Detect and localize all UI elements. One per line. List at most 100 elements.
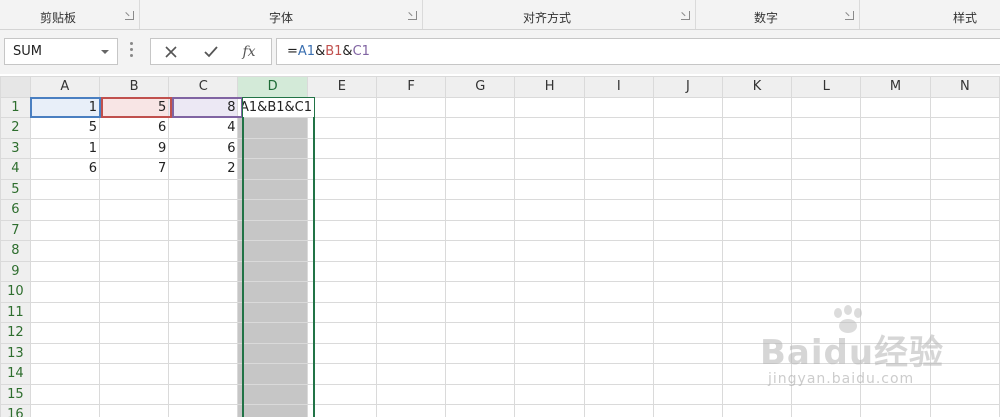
cell-b1[interactable]: 5 bbox=[98, 96, 170, 118]
cell-i10[interactable] bbox=[583, 281, 654, 303]
cell-l9[interactable] bbox=[791, 260, 862, 282]
row-header[interactable]: 8 bbox=[0, 240, 31, 262]
cell-l2[interactable] bbox=[791, 117, 862, 139]
cell-j2[interactable] bbox=[652, 117, 723, 139]
cell-k15[interactable] bbox=[721, 383, 793, 405]
cell-c1[interactable]: 8 bbox=[168, 96, 239, 118]
row-header[interactable]: 7 bbox=[0, 219, 31, 241]
row-header[interactable]: 11 bbox=[0, 301, 31, 323]
cell-h16[interactable] bbox=[514, 404, 585, 417]
cell-i7[interactable] bbox=[583, 219, 654, 241]
cell-f7[interactable] bbox=[375, 219, 447, 241]
name-box[interactable]: SUM bbox=[4, 38, 118, 65]
cell-c11[interactable] bbox=[168, 301, 239, 323]
cell-b5[interactable] bbox=[98, 178, 170, 200]
cell-k3[interactable] bbox=[721, 137, 793, 159]
cell-d10[interactable] bbox=[237, 281, 308, 303]
cell-n9[interactable] bbox=[929, 260, 1000, 282]
cell-d13[interactable] bbox=[237, 342, 308, 364]
cell-c16[interactable] bbox=[168, 404, 239, 417]
cell-h2[interactable] bbox=[514, 117, 585, 139]
cell-i9[interactable] bbox=[583, 260, 654, 282]
cell-e5[interactable] bbox=[306, 178, 377, 200]
cell-b15[interactable] bbox=[98, 383, 170, 405]
cell-g7[interactable] bbox=[445, 219, 516, 241]
cell-j9[interactable] bbox=[652, 260, 723, 282]
close-icon[interactable] bbox=[161, 43, 181, 61]
cell-f16[interactable] bbox=[375, 404, 447, 417]
cell-n16[interactable] bbox=[929, 404, 1000, 417]
row-header[interactable]: 4 bbox=[0, 158, 31, 180]
cell-k4[interactable] bbox=[721, 158, 793, 180]
cell-e14[interactable] bbox=[306, 363, 377, 385]
cell-d12[interactable] bbox=[237, 322, 308, 344]
cell-g15[interactable] bbox=[445, 383, 516, 405]
column-header-h[interactable]: H bbox=[514, 76, 585, 98]
cell-c12[interactable] bbox=[168, 322, 239, 344]
cell-f1[interactable] bbox=[375, 96, 447, 118]
cell-c6[interactable] bbox=[168, 199, 239, 221]
cell-k14[interactable] bbox=[721, 363, 793, 385]
cell-k12[interactable] bbox=[721, 322, 793, 344]
column-header-k[interactable]: K bbox=[721, 76, 793, 98]
cell-d9[interactable] bbox=[237, 260, 308, 282]
cell-b2[interactable]: 6 bbox=[98, 117, 170, 139]
cell-a15[interactable] bbox=[29, 383, 100, 405]
cell-i6[interactable] bbox=[583, 199, 654, 221]
cell-c5[interactable] bbox=[168, 178, 239, 200]
cell-i11[interactable] bbox=[583, 301, 654, 323]
column-header-n[interactable]: N bbox=[929, 76, 1000, 98]
cell-e8[interactable] bbox=[306, 240, 377, 262]
cell-j10[interactable] bbox=[652, 281, 723, 303]
chevron-down-icon[interactable] bbox=[101, 50, 109, 54]
cell-b6[interactable] bbox=[98, 199, 170, 221]
cell-f8[interactable] bbox=[375, 240, 447, 262]
cell-i13[interactable] bbox=[583, 342, 654, 364]
cell-f3[interactable] bbox=[375, 137, 447, 159]
cell-i8[interactable] bbox=[583, 240, 654, 262]
cell-m14[interactable] bbox=[860, 363, 931, 385]
cell-f12[interactable] bbox=[375, 322, 447, 344]
cell-m1[interactable] bbox=[860, 96, 931, 118]
cell-h7[interactable] bbox=[514, 219, 585, 241]
cell-h4[interactable] bbox=[514, 158, 585, 180]
cell-i5[interactable] bbox=[583, 178, 654, 200]
cell-d11[interactable] bbox=[237, 301, 308, 323]
cell-k13[interactable] bbox=[721, 342, 793, 364]
cell-g2[interactable] bbox=[445, 117, 516, 139]
cell-h14[interactable] bbox=[514, 363, 585, 385]
cell-j5[interactable] bbox=[652, 178, 723, 200]
column-header-e[interactable]: E bbox=[306, 76, 377, 98]
cell-f11[interactable] bbox=[375, 301, 447, 323]
formula-input[interactable]: =A1&B1&C1 bbox=[276, 38, 1000, 65]
cell-l14[interactable] bbox=[791, 363, 862, 385]
cell-d4[interactable] bbox=[237, 158, 308, 180]
cell-g13[interactable] bbox=[445, 342, 516, 364]
cell-j14[interactable] bbox=[652, 363, 723, 385]
cell-d15[interactable] bbox=[237, 383, 308, 405]
cell-a1[interactable]: 1 bbox=[29, 96, 100, 118]
cell-a10[interactable] bbox=[29, 281, 100, 303]
cell-c14[interactable] bbox=[168, 363, 239, 385]
cell-d16[interactable] bbox=[237, 404, 308, 417]
cell-i1[interactable] bbox=[583, 96, 654, 118]
cell-b10[interactable] bbox=[98, 281, 170, 303]
cell-a9[interactable] bbox=[29, 260, 100, 282]
column-header-m[interactable]: M bbox=[860, 76, 931, 98]
cell-n11[interactable] bbox=[929, 301, 1000, 323]
cell-g4[interactable] bbox=[445, 158, 516, 180]
cell-n10[interactable] bbox=[929, 281, 1000, 303]
row-header[interactable]: 6 bbox=[0, 199, 31, 221]
row-header[interactable]: 9 bbox=[0, 260, 31, 282]
cell-i4[interactable] bbox=[583, 158, 654, 180]
cell-k10[interactable] bbox=[721, 281, 793, 303]
cell-b7[interactable] bbox=[98, 219, 170, 241]
cell-e13[interactable] bbox=[306, 342, 377, 364]
cell-e6[interactable] bbox=[306, 199, 377, 221]
cell-i2[interactable] bbox=[583, 117, 654, 139]
cell-h10[interactable] bbox=[514, 281, 585, 303]
cell-e15[interactable] bbox=[306, 383, 377, 405]
cell-d7[interactable] bbox=[237, 219, 308, 241]
cell-e16[interactable] bbox=[306, 404, 377, 417]
cell-l5[interactable] bbox=[791, 178, 862, 200]
